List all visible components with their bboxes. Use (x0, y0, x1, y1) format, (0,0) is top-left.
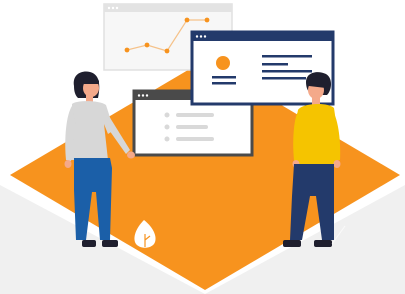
chart-point (124, 47, 130, 53)
profile-avatar (216, 56, 230, 70)
chart-point (204, 17, 210, 23)
chart-point (144, 42, 150, 48)
chart-point (184, 17, 190, 23)
chart-point (164, 48, 170, 54)
illustration-scene (0, 3, 405, 294)
